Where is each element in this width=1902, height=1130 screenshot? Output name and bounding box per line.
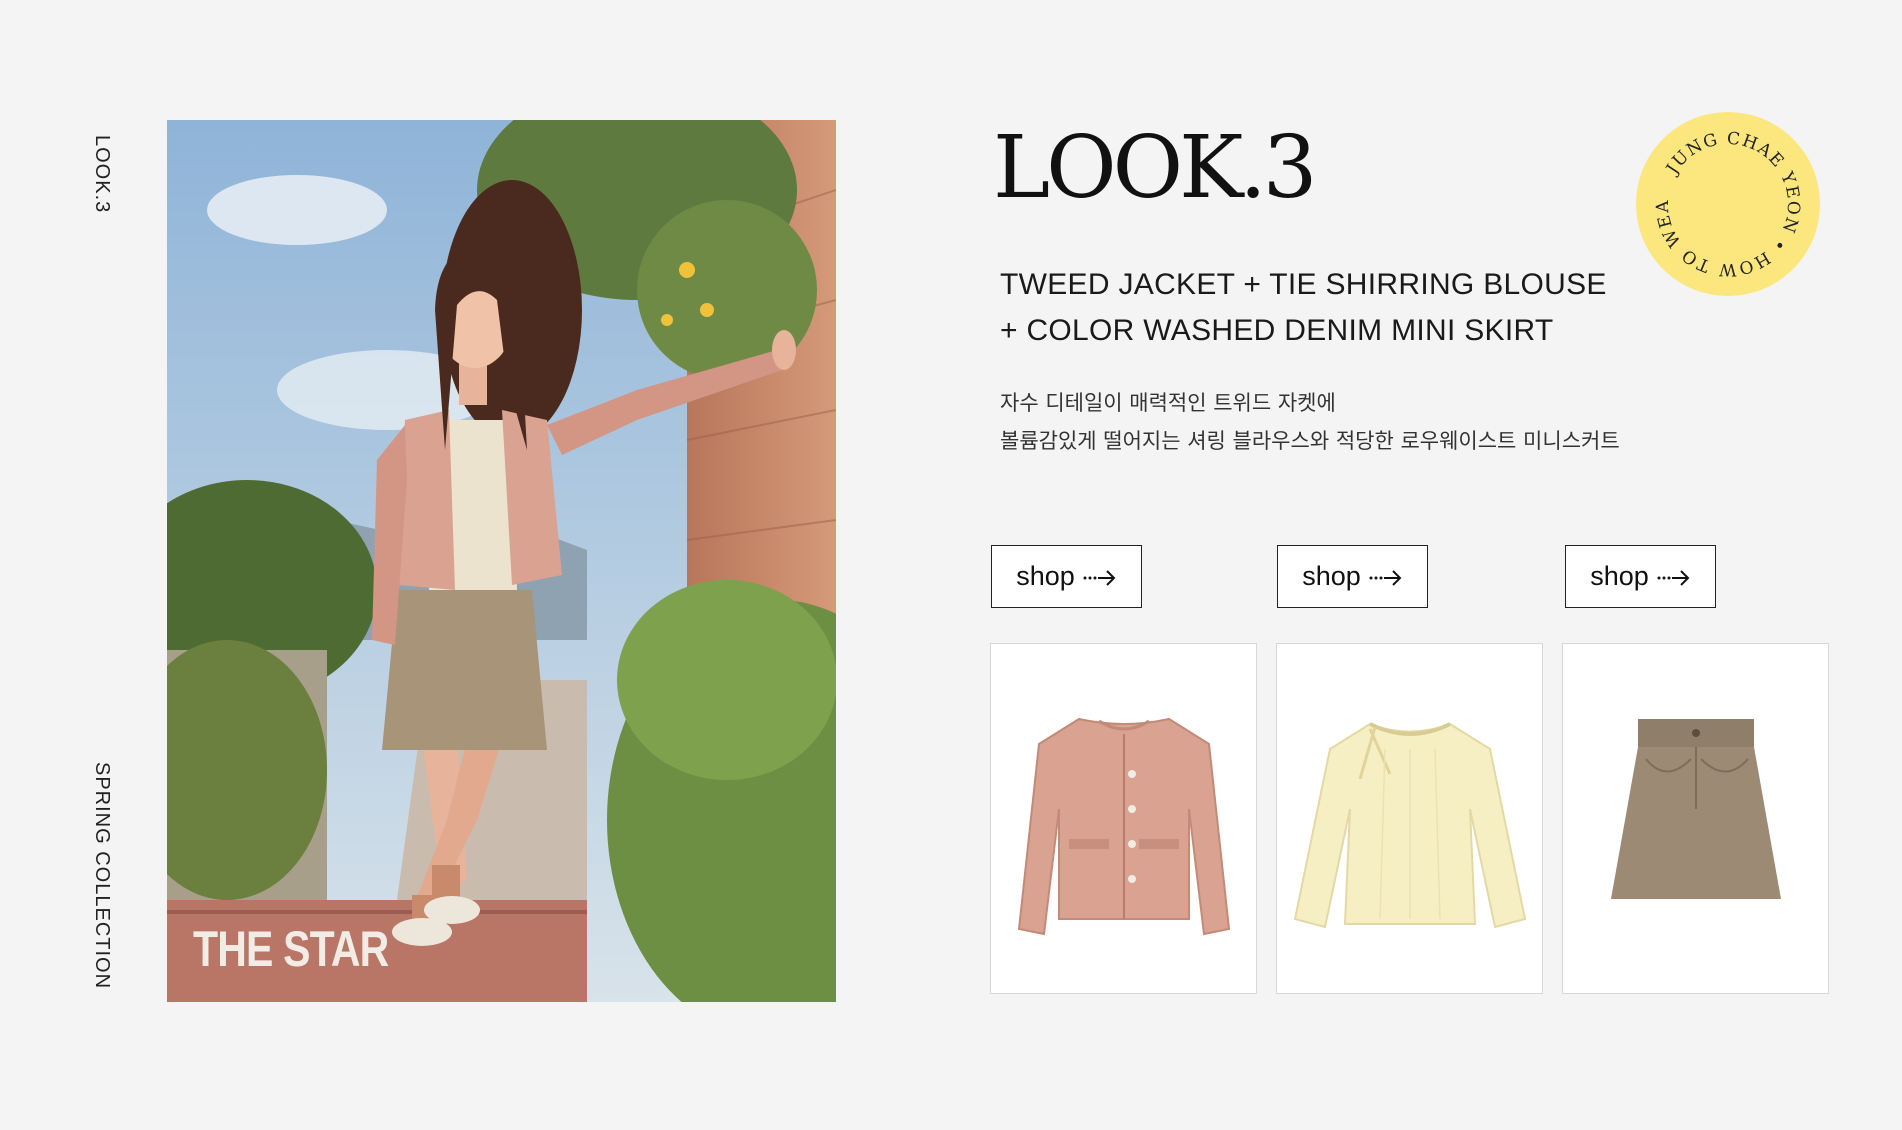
description-line-2: 볼륨감있게 떨어지는 셔링 블라우스와 적당한 로우웨이스트 미니스커트 <box>1000 429 1620 453</box>
tweed-jacket-image <box>1017 717 1230 935</box>
shop-blouse-button[interactable]: shop <box>1277 545 1428 608</box>
products-line-1: TWEED JACKET + TIE SHIRRING BLOUSE <box>1000 268 1607 301</box>
side-look-label: LOOK.3 <box>91 135 113 214</box>
product-card-tweed-jacket[interactable] <box>990 643 1257 994</box>
description-line-1: 자수 디테일이 매력적인 트위드 자켓에 <box>1000 391 1336 415</box>
shop-label: shop <box>1016 561 1075 591</box>
shop-label: shop <box>1590 561 1649 591</box>
hero-photo: THE STAR <box>167 120 836 1002</box>
brand-logo: THE STAR <box>193 921 389 977</box>
dotted-arrow-right-icon <box>1657 570 1690 586</box>
product-card-denim-mini-skirt[interactable] <box>1562 643 1829 994</box>
products-title: TWEED JACKET + TIE SHIRRING BLOUSE + COL… <box>1000 262 1607 354</box>
look-description: 자수 디테일이 매력적인 트위드 자켓에 볼륨감있게 떨어지는 셔링 블라우스와… <box>1000 384 1620 460</box>
products-line-2: + COLOR WASHED DENIM MINI SKIRT <box>1000 314 1554 347</box>
denim-mini-skirt-image <box>1610 718 1781 899</box>
tie-shirring-blouse-image <box>1293 721 1526 928</box>
how-to-wear-badge: JUNG CHAE YEON • HOW TO WEAR • <box>1636 112 1820 296</box>
dotted-arrow-right-icon <box>1083 570 1116 586</box>
shop-label: shop <box>1302 561 1361 591</box>
dotted-arrow-right-icon <box>1369 570 1402 586</box>
shop-jacket-button[interactable]: shop <box>991 545 1142 608</box>
shop-skirt-button[interactable]: shop <box>1565 545 1716 608</box>
look-title: LOOK.3 <box>993 118 1317 218</box>
side-collection-label: SPRING COLLECTION <box>91 762 113 990</box>
product-card-tie-shirring-blouse[interactable] <box>1276 643 1543 994</box>
